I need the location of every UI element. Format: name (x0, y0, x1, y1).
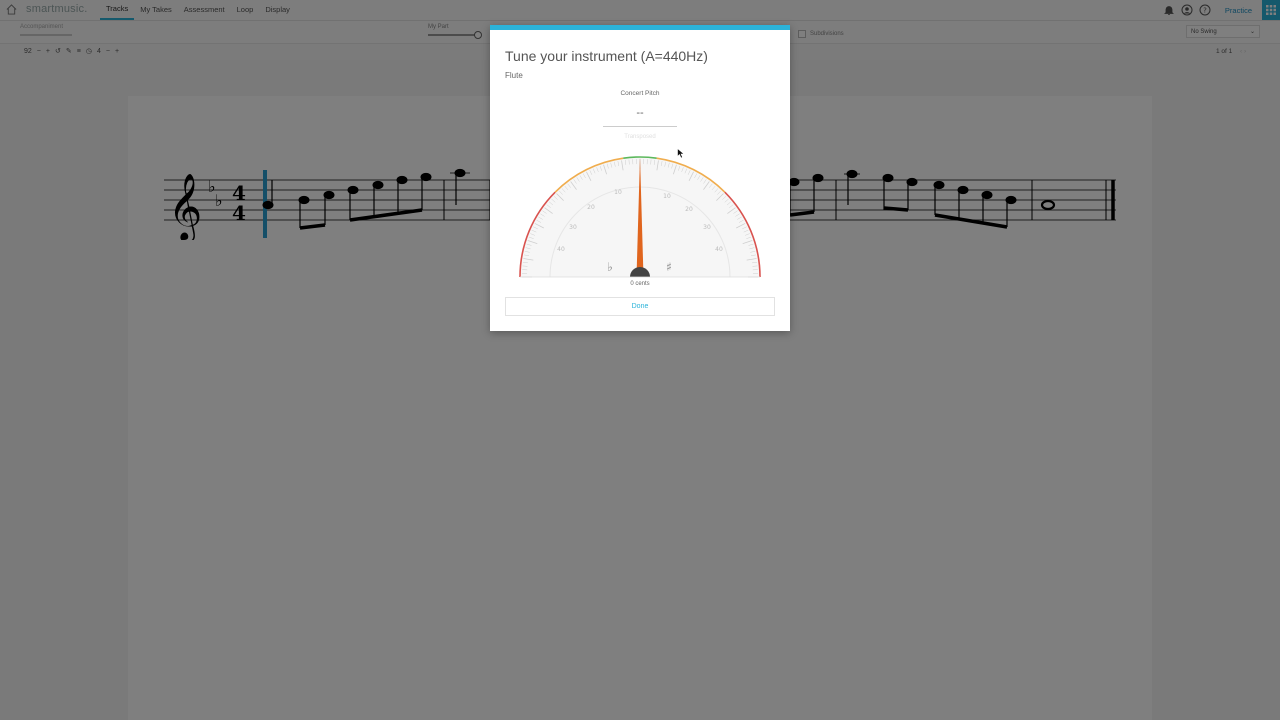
sharp-icon: ♯ (666, 260, 672, 274)
scale-label-right-40: 40 (715, 246, 723, 253)
scale-label-left-40: 40 (557, 246, 565, 253)
tuner-gauge: 10 20 30 40 10 20 30 40 ♭ ♯ (519, 156, 761, 278)
concert-pitch-value: -- (636, 107, 644, 119)
scale-label-right-20: 20 (685, 206, 693, 213)
scale-label-left-30: 30 (569, 224, 577, 231)
scale-label-left-10: 10 (614, 189, 622, 196)
flat-icon: ♭ (607, 260, 613, 274)
pitch-divider (603, 126, 677, 127)
instrument-name: Flute (505, 71, 523, 80)
concert-pitch-label: Concert Pitch (620, 90, 660, 97)
mouse-pointer-icon (677, 148, 685, 159)
scale-label-left-20: 20 (587, 204, 595, 211)
scale-label-right-10: 10 (663, 193, 671, 200)
dialog-accent-bar (490, 25, 790, 30)
tuner-dialog: Tune your instrument (A=440Hz) Flute Con… (490, 25, 790, 331)
transposed-label: Transposed (624, 134, 656, 140)
cents-readout: 0 cents (630, 281, 650, 287)
scale-label-right-30: 30 (703, 224, 711, 231)
done-button[interactable]: Done (505, 297, 775, 316)
dialog-title: Tune your instrument (A=440Hz) (505, 48, 708, 64)
